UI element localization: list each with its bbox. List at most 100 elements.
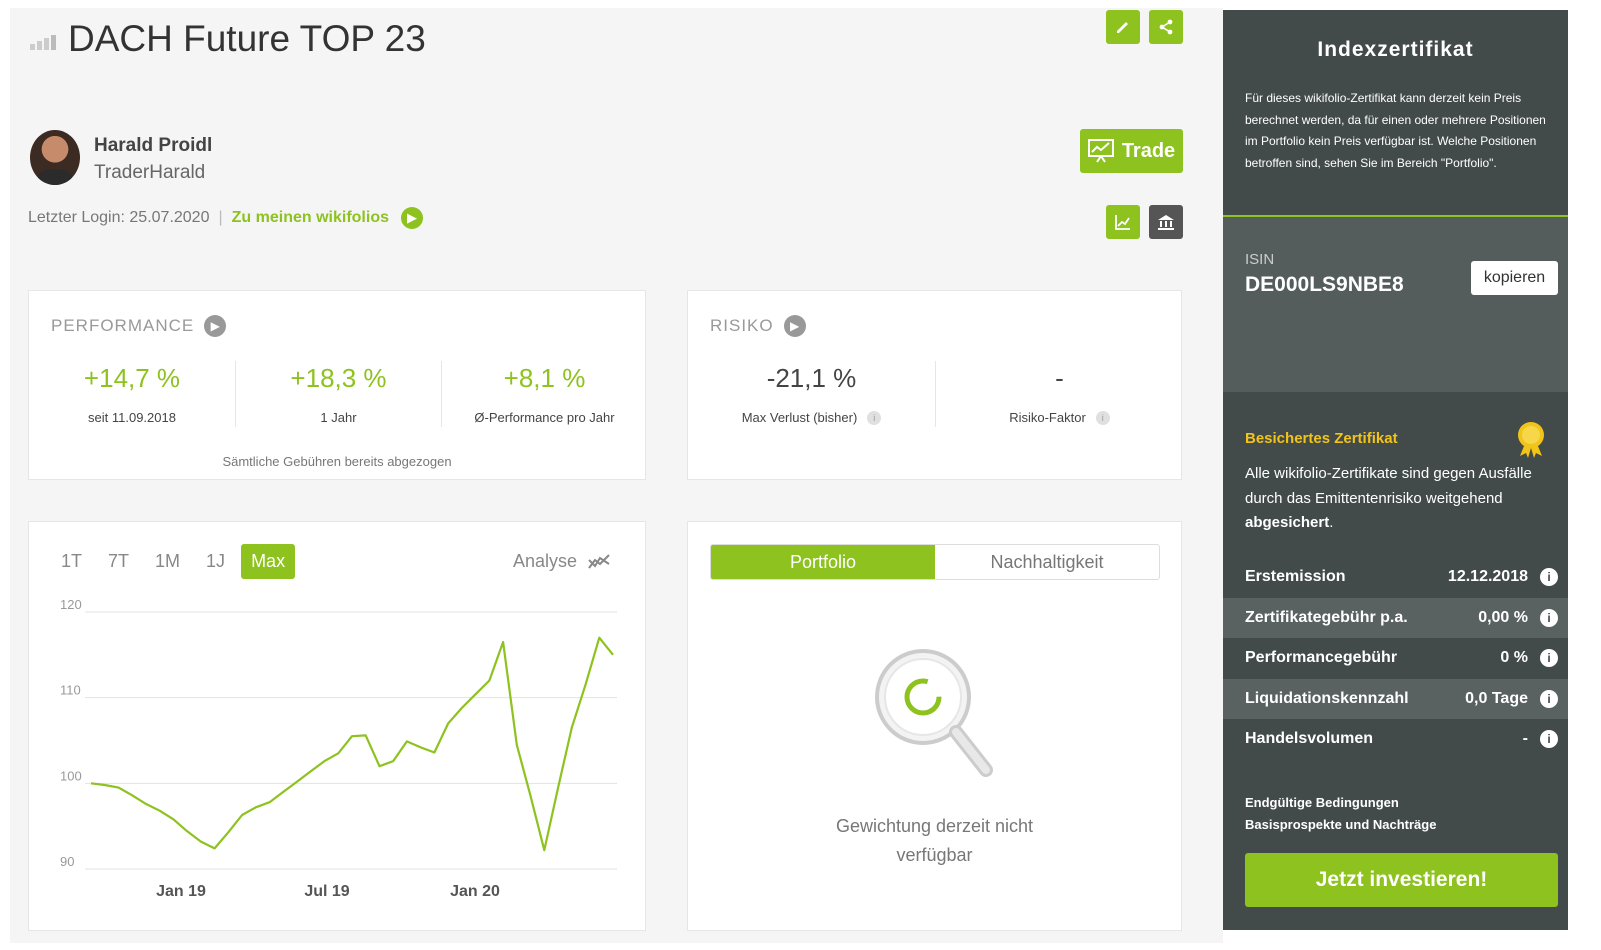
kpi-max-loss: -21,1 % Max Verlust (bisher) i [688, 363, 935, 425]
info-icon[interactable]: i [867, 410, 882, 425]
isin-value: DE000LS9NBE8 [1245, 273, 1404, 296]
facts-list: Erstemission 12.12.2018 i Zertifikategeb… [1223, 557, 1568, 760]
performance-heading: PERFORMANCE ▶ [51, 315, 227, 337]
y-tick-label: 120 [60, 597, 82, 612]
bank-icon[interactable] [1149, 205, 1183, 239]
info-icon[interactable]: i [1095, 410, 1110, 425]
sidebar-title: Indexzertifikat [1317, 38, 1474, 61]
trade-button-label: Trade [1121, 139, 1176, 162]
fact-key: Liquidationskennzahl [1245, 689, 1409, 707]
magnifier-icon [875, 649, 993, 777]
portfolio-card: Portfolio Nachhaltigkeit Gewichtung derz… [687, 521, 1182, 931]
fact-row: Performancegebühr 0 % i [1223, 638, 1568, 679]
secured-certificate-text: Alle wikifolio-Zertifikate sind gegen Au… [1245, 462, 1535, 536]
login-row: Letzter Login: 25.07.2020 | Zu meinen wi… [28, 207, 423, 229]
risk-card: RISIKO ▶ -21,1 % Max Verlust (bisher) i … [687, 290, 1182, 480]
fact-value: 12.12.2018 [1447, 568, 1528, 586]
fact-value: 0,0 Tage [1465, 689, 1528, 707]
fact-key: Performancegebühr [1245, 649, 1398, 667]
x-tick-label: Jan 20 [450, 883, 500, 900]
kpi-value: +18,3 % [290, 363, 387, 393]
kpi-label: Max Verlust (bisher) i [688, 410, 935, 425]
certificate-sidebar: Indexzertifikat Für dieses wikifolio-Zer… [1223, 10, 1568, 930]
kpi-label-text: Risiko-Faktor [1009, 410, 1086, 425]
fact-row: Liquidationskennzahl 0,0 Tage i [1223, 678, 1568, 719]
bar-chart-icon [30, 34, 56, 50]
fact-key: Erstemission [1245, 568, 1346, 586]
isin-label: ISIN [1245, 251, 1275, 268]
portfolio-tabs: Portfolio Nachhaltigkeit [710, 544, 1160, 580]
title-row: DACH Future TOP 23 [30, 18, 426, 60]
performance-card: PERFORMANCE ▶ +14,7 % seit 11.09.2018 +1… [28, 290, 646, 480]
my-wikifolios-link[interactable]: Zu meinen wikifolios [232, 209, 389, 227]
kpi-label: Risiko-Faktor i [936, 410, 1183, 425]
info-icon[interactable]: i [1540, 568, 1558, 587]
risk-heading-text: RISIKO [710, 316, 774, 335]
trade-button[interactable]: Trade [1080, 129, 1183, 173]
page-title: DACH Future TOP 23 [68, 18, 426, 59]
info-icon[interactable]: i [1540, 730, 1558, 749]
final-terms-link[interactable]: Endgültige Bedingungen [1245, 792, 1436, 814]
tab-portfolio[interactable]: Portfolio [711, 545, 935, 579]
kpi-value: +8,1 % [503, 363, 586, 393]
fact-value: 0,00 % [1478, 608, 1528, 626]
tab-sustainability[interactable]: Nachhaltigkeit [935, 545, 1159, 579]
base-prospectus-link[interactable]: Basisprospekte und Nachträge [1245, 814, 1436, 836]
performance-chart: 90 100 110 120 Jan 19 Jul 19 Jan 20 [60, 597, 617, 900]
trader-name[interactable]: Harald Proidl [94, 135, 212, 157]
kpi-avg-per-year: +8,1 % Ø-Performance pro Jahr [442, 363, 647, 425]
y-tick-label: 90 [60, 854, 74, 869]
secured-text-main: Alle wikifolio-Zertifikate sind gegen Au… [1245, 465, 1532, 507]
x-tick-label: Jul 19 [304, 883, 349, 900]
info-icon[interactable]: i [1540, 689, 1558, 708]
empty-state-line-1: Gewichtung derzeit nicht [835, 816, 1034, 836]
fact-row: Handelsvolumen - i [1223, 719, 1568, 760]
risk-heading: RISIKO ▶ [710, 315, 806, 337]
main-area: DACH Future TOP 23 Harald Proidl TraderH… [10, 8, 1223, 943]
copy-isin-button[interactable]: kopieren [1471, 261, 1558, 295]
chevron-right-icon[interactable]: ▶ [204, 315, 227, 337]
edit-icon[interactable] [1106, 10, 1140, 44]
y-tick-label: 100 [60, 768, 82, 783]
fees-note: Sämtliche Gebühren bereits abgezogen [222, 454, 452, 469]
fact-row: Erstemission 12.12.2018 i [1223, 557, 1568, 598]
trader-handle[interactable]: TraderHarald [94, 162, 205, 184]
chart-card: 1T 7T 1M 1J Max Analyse 90 100 110 120 Jan 1… [28, 521, 646, 931]
kpi-since-start: +14,7 % seit 11.09.2018 [29, 363, 235, 425]
separator: | [218, 209, 223, 226]
fact-key: Handelsvolumen [1245, 730, 1374, 748]
info-icon[interactable]: i [1540, 649, 1558, 668]
kpi-label-text: Max Verlust (bisher) [741, 410, 858, 425]
last-login-text: Letzter Login: 25.07.2020 [28, 209, 210, 226]
chevron-right-icon[interactable]: ▶ [783, 315, 806, 337]
avatar[interactable] [30, 130, 80, 185]
info-icon[interactable]: i [1540, 608, 1558, 627]
fact-value: - [1522, 730, 1528, 748]
award-badge-icon [1518, 422, 1544, 458]
empty-state-line-2: verfügbar [896, 845, 973, 865]
fact-row: Zertifikategebühr p.a. 0,00 % i [1223, 597, 1568, 638]
empty-state-text: Gewichtung derzeit nicht verfügbar [688, 812, 1181, 870]
series-line [90, 636, 614, 852]
performance-heading-text: PERFORMANCE [51, 316, 195, 335]
share-icon[interactable] [1149, 10, 1183, 44]
secured-certificate-title: Besichertes Zertifikat [1245, 430, 1398, 447]
kpi-label: Ø-Performance pro Jahr [474, 410, 615, 425]
secured-text-bold: abgesichert [1245, 514, 1330, 531]
price-notice: Für dieses wikifolio-Zertifikat kann der… [1245, 91, 1546, 170]
kpi-one-year: +18,3 % 1 Jahr [236, 363, 441, 425]
secured-text-end: . [1329, 514, 1334, 531]
chevron-right-icon[interactable]: ▶ [401, 207, 423, 229]
trade-icon [1087, 139, 1114, 163]
kpi-label: seit 11.09.2018 [88, 410, 176, 425]
invest-now-button[interactable]: Jetzt investieren! [1245, 853, 1558, 907]
isin-box: ISIN DE000LS9NBE8 kopieren [1223, 217, 1568, 392]
kpi-risk-factor: - Risiko-Faktor i [936, 363, 1183, 425]
kpi-label: 1 Jahr [320, 410, 357, 425]
fact-value: 0 % [1500, 649, 1528, 667]
kpi-value: +14,7 % [83, 363, 181, 393]
x-tick-label: Jan 19 [156, 883, 206, 900]
y-tick-label: 110 [60, 683, 81, 698]
kpi-value: -21,1 % [766, 363, 857, 393]
chart-trend-icon[interactable] [1106, 205, 1140, 239]
